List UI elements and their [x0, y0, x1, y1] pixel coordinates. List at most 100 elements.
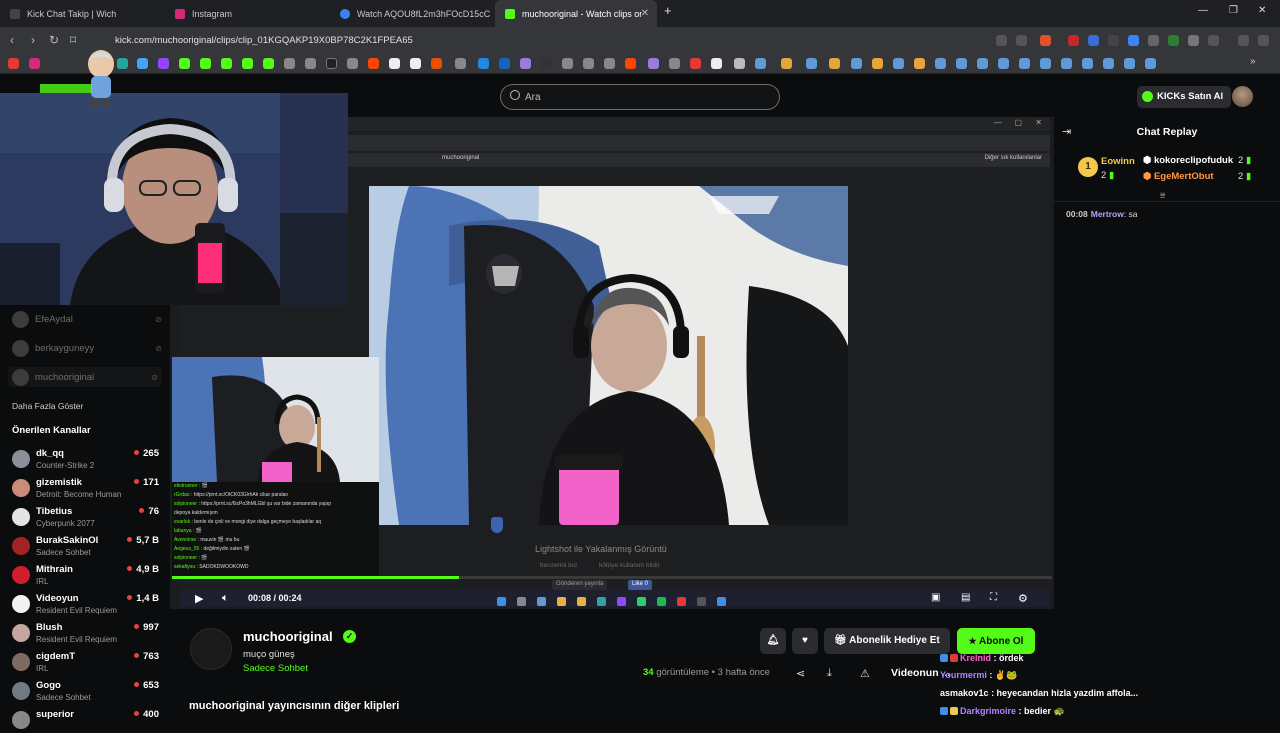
recommended-channel[interactable]: Mithrain IRL 4,9 B: [12, 562, 162, 588]
notification-bell-icon[interactable]: 🔔︎: [760, 628, 786, 654]
subscribe-button[interactable]: ★ Abone Ol: [957, 628, 1035, 654]
followed-channel[interactable]: berkayguneyy ⊘: [12, 338, 162, 358]
follow-heart-icon[interactable]: ♥: [792, 628, 818, 654]
volume-icon[interactable]: 🔈︎: [222, 592, 229, 605]
minimize-icon[interactable]: —: [1198, 5, 1208, 16]
fullscreen-icon[interactable]: ⛶: [990, 592, 997, 603]
recommended-channel[interactable]: superior 400: [12, 707, 162, 733]
extension-icon[interactable]: [1088, 35, 1099, 46]
browser-tab-active[interactable]: muchooriginal - Watch clips on Ki... ✕: [495, 0, 657, 27]
steam-bookmark-icon[interactable]: [1145, 58, 1156, 69]
recommended-channel[interactable]: BurakSakinOl Sadece Sohbet 5,7 B: [12, 533, 162, 559]
top-gifter-name[interactable]: Eowinn: [1101, 156, 1135, 167]
find-similar-link[interactable]: benzerini bul: [540, 562, 577, 569]
channel-name[interactable]: muchooriginal: [243, 629, 333, 644]
bookmark-icon[interactable]: [117, 58, 128, 69]
bookmark-icon[interactable]: ⌑: [70, 33, 76, 47]
buy-kicks-button[interactable]: KICKs Satın Al: [1137, 86, 1232, 108]
gifter-name[interactable]: ⬢ kokoreclipofuduk: [1143, 155, 1233, 166]
browser-tab[interactable]: Instagram: [165, 0, 328, 27]
steam-bookmark-icon[interactable]: [851, 58, 862, 69]
bookmark-icon[interactable]: [711, 58, 722, 69]
bookmark-icon[interactable]: [583, 58, 594, 69]
steam-bookmark-icon[interactable]: [1103, 58, 1114, 69]
recommended-channel[interactable]: Blush Resident Evil Requiem 997: [12, 620, 162, 646]
close-window-icon[interactable]: ✕: [1258, 5, 1266, 16]
extension-icon[interactable]: [1108, 35, 1119, 46]
more-bookmarks-icon[interactable]: »: [1250, 56, 1261, 67]
instagram-bookmark-icon[interactable]: [29, 58, 40, 69]
close-tab-icon[interactable]: ✕: [641, 8, 649, 19]
steam-bookmark-icon[interactable]: [956, 58, 967, 69]
bookmark-icon[interactable]: [137, 58, 148, 69]
steam-bookmark-icon[interactable]: [977, 58, 988, 69]
bookmark-icon[interactable]: [478, 58, 489, 69]
steam-bookmark-icon[interactable]: [935, 58, 946, 69]
steam-bookmark-icon[interactable]: [1124, 58, 1135, 69]
restore-icon[interactable]: ❐: [1229, 5, 1238, 16]
gift-subscription-button[interactable]: 🎁︎ Abonelik Hediye Et: [824, 628, 950, 654]
recommended-channel[interactable]: cigdemT IRL 763: [12, 649, 162, 675]
kick-bookmark-icon[interactable]: [221, 58, 232, 69]
bookmark-icon[interactable]: [604, 58, 615, 69]
menu-icon[interactable]: [1258, 35, 1269, 46]
extension-icon[interactable]: [1068, 35, 1079, 46]
extension-icon[interactable]: [1188, 35, 1199, 46]
steam-bookmark-icon[interactable]: [893, 58, 904, 69]
bookmark-icon[interactable]: [872, 58, 883, 69]
recommended-channel[interactable]: dk_qq Counter-Strike 2 265: [12, 446, 162, 472]
bookmark-icon[interactable]: [499, 58, 510, 69]
steam-bookmark-icon[interactable]: [1040, 58, 1051, 69]
bookmark-icon[interactable]: [455, 58, 466, 69]
bookmark-icon[interactable]: [305, 58, 316, 69]
search-input[interactable]: Ara: [500, 84, 780, 110]
kick-bookmark-icon[interactable]: [179, 58, 190, 69]
settings-icon[interactable]: ⚙: [1018, 592, 1028, 605]
extension-icon[interactable]: [996, 35, 1007, 46]
folder-icon[interactable]: [734, 58, 745, 69]
extension-icon[interactable]: [1128, 35, 1139, 46]
gifter-name[interactable]: ⬢ EgeMertObut: [1143, 171, 1214, 182]
bookmark-icon[interactable]: [781, 58, 792, 69]
bookmark-icon[interactable]: [431, 58, 442, 69]
share-icon[interactable]: [1016, 35, 1027, 46]
brave-shield-icon[interactable]: [1040, 35, 1051, 46]
kick-bookmark-icon[interactable]: [200, 58, 211, 69]
report-icon[interactable]: ⚠: [860, 667, 870, 680]
recommended-channel[interactable]: Gogo Sadece Sohbet 653: [12, 678, 162, 704]
clip-category[interactable]: Sadece Sohbet: [243, 663, 308, 674]
bookmark-icon[interactable]: [410, 58, 421, 69]
reload-icon[interactable]: ↻: [49, 33, 59, 47]
steam-bookmark-icon[interactable]: [998, 58, 1009, 69]
youtube-bookmark-icon[interactable]: [8, 58, 19, 69]
bookmark-icon[interactable]: [829, 58, 840, 69]
recommended-channel[interactable]: Videoyun Resident Evil Requiem 1,4 B: [12, 591, 162, 617]
recommended-channel[interactable]: Tibetius Cyberpunk 2077 76: [12, 504, 162, 530]
browser-tab[interactable]: Kick Chat Takip | Wich: [0, 0, 165, 27]
play-icon[interactable]: ▶: [195, 592, 203, 605]
steam-bookmark-icon[interactable]: [1082, 58, 1093, 69]
expand-gifters-icon[interactable]: ⩸: [1160, 190, 1165, 201]
kick-bookmark-icon[interactable]: [263, 58, 274, 69]
sidebar-toggle-icon[interactable]: [1208, 35, 1219, 46]
video-progress-bar[interactable]: [172, 576, 1052, 579]
bookmark-icon[interactable]: [914, 58, 925, 69]
url-field[interactable]: kick.com/muchooriginal/clips/clip_01KGQA…: [90, 31, 1040, 51]
followed-channel-active[interactable]: muchooriginal ⊘: [8, 367, 162, 387]
media-icon[interactable]: [1238, 35, 1249, 46]
new-tab-button[interactable]: +: [664, 3, 672, 18]
bookmark-icon[interactable]: [541, 58, 552, 69]
bookmark-icon[interactable]: [648, 58, 659, 69]
show-more-link[interactable]: Daha Fazla Göster: [12, 401, 83, 411]
bookmark-icon[interactable]: [520, 58, 531, 69]
steam-bookmark-icon[interactable]: [1019, 58, 1030, 69]
share-icon[interactable]: ⋖: [796, 667, 805, 680]
reddit-bookmark-icon[interactable]: [368, 58, 379, 69]
forward-icon[interactable]: ›: [31, 33, 35, 47]
steam-bookmark-icon[interactable]: [1061, 58, 1072, 69]
mini-player-icon[interactable]: ▤: [961, 592, 970, 603]
back-icon[interactable]: ‹: [10, 33, 14, 47]
user-avatar[interactable]: [1232, 86, 1253, 107]
kick-bookmark-icon[interactable]: [242, 58, 253, 69]
twitch-bookmark-icon[interactable]: [158, 58, 169, 69]
